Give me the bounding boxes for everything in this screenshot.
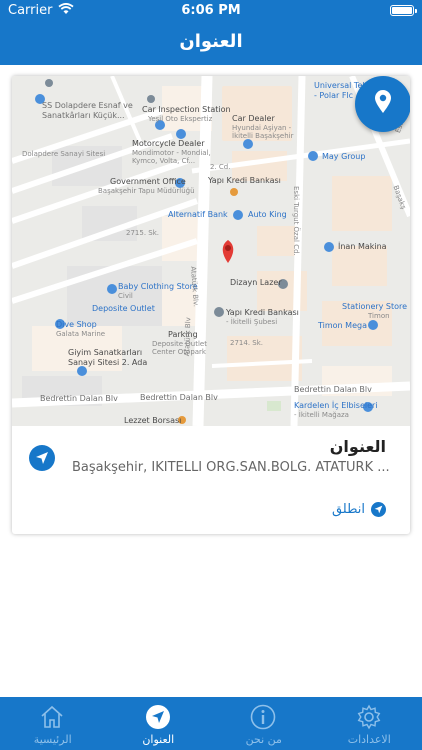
map-label: Deposite Outlet — [92, 304, 155, 313]
tab-bar: الرئيسية العنوان من نحن الاعدادات — [0, 697, 422, 750]
status-bar: Carrier 6:06 PM — [0, 0, 422, 22]
map-label: Alternatif Bank — [168, 210, 228, 219]
map-label: - Polar Flc — [314, 91, 354, 100]
battery-icon — [390, 5, 417, 16]
tab-settings[interactable]: الاعدادات — [317, 697, 422, 750]
map-label: Bedrettin Dalan Blv — [40, 394, 118, 403]
map-label: 2715. Sk. — [126, 229, 159, 237]
map-label: Yapı Kredi Bankası — [208, 176, 281, 185]
map-label: Dolapdere Sanayi Sitesi — [22, 150, 106, 158]
map-label: Eski Turgut Özal Cd. — [292, 186, 300, 256]
map-label: İkitelli Başakşehir — [232, 132, 294, 140]
map-label: May Group — [322, 152, 366, 161]
map-label: Dizayn Lazer — [230, 278, 282, 287]
map-label: Sanayi Sitesi 2. Ada — [68, 358, 148, 367]
location-fab-button[interactable] — [355, 76, 410, 132]
address-text: Başakşehir, İKİTELLİ ORG.SAN.BÖLG. ATATÜ… — [72, 460, 390, 475]
tab-label: الرئيسية — [33, 733, 72, 746]
start-label: انطلق — [331, 502, 365, 517]
map-label: - İkitelli Mağaza — [294, 411, 349, 419]
map-label: Galata Marine — [56, 330, 106, 338]
map-view[interactable]: Universal Tekn - Polar Flc Car Inspectio… — [12, 76, 410, 426]
map-label: Giyim Sanatkarları — [68, 348, 143, 357]
tab-address[interactable]: العنوان — [106, 697, 212, 750]
address-title: العنوان — [329, 437, 386, 456]
map-label: Sanatkârları Küçük... — [42, 111, 125, 120]
map-label: Civil — [118, 292, 133, 300]
map-label: Atatürk Blv — [182, 317, 193, 357]
gear-icon — [355, 703, 383, 731]
tab-label: من نحن — [245, 733, 282, 746]
map-label: Bedrettin Dalan Blv — [294, 385, 372, 394]
tab-about[interactable]: من نحن — [211, 697, 317, 750]
navigation-icon — [29, 445, 55, 471]
map-label: SS Dolapdere Esnaf ve — [42, 101, 133, 110]
nav-bar: العنوان — [0, 22, 422, 65]
start-navigation-button[interactable]: انطلق — [332, 502, 386, 517]
map-label: - İkitelli Şubesi — [226, 318, 278, 326]
map-label: Auto King — [248, 210, 287, 219]
tab-home[interactable]: الرئيسية — [0, 697, 106, 750]
location-pin-icon — [374, 90, 392, 118]
map-label: İnan Makina — [338, 242, 387, 251]
map-label: Lezzet Borsası — [124, 416, 182, 425]
map-label: Kymco, Volta, Cf... — [132, 157, 196, 165]
map-label: Timon — [368, 312, 390, 320]
map-label: 2. Cd. — [210, 163, 231, 171]
tab-label: الاعدادات — [347, 733, 391, 746]
page-title: العنوان — [179, 31, 243, 52]
map-label: 2714. Sk. — [230, 339, 263, 347]
clock: 6:06 PM — [181, 3, 241, 18]
address-card: Universal Tekn - Polar Flc Car Inspectio… — [12, 76, 410, 534]
info-icon — [249, 703, 277, 731]
map-label: Bedrettin Dalan Blv — [140, 393, 218, 402]
map-label: Yeşil Oto Ekspertiz — [148, 115, 213, 123]
navigation-icon — [144, 703, 172, 731]
home-icon — [38, 703, 66, 731]
navigation-arrow-icon — [371, 502, 386, 517]
map-label: Center Otopark — [152, 348, 206, 356]
map-label: Timon Mega — [318, 321, 367, 330]
map-label: Başakşehir Tapu Müdürlüğü — [98, 187, 195, 195]
tab-label: العنوان — [142, 733, 175, 746]
